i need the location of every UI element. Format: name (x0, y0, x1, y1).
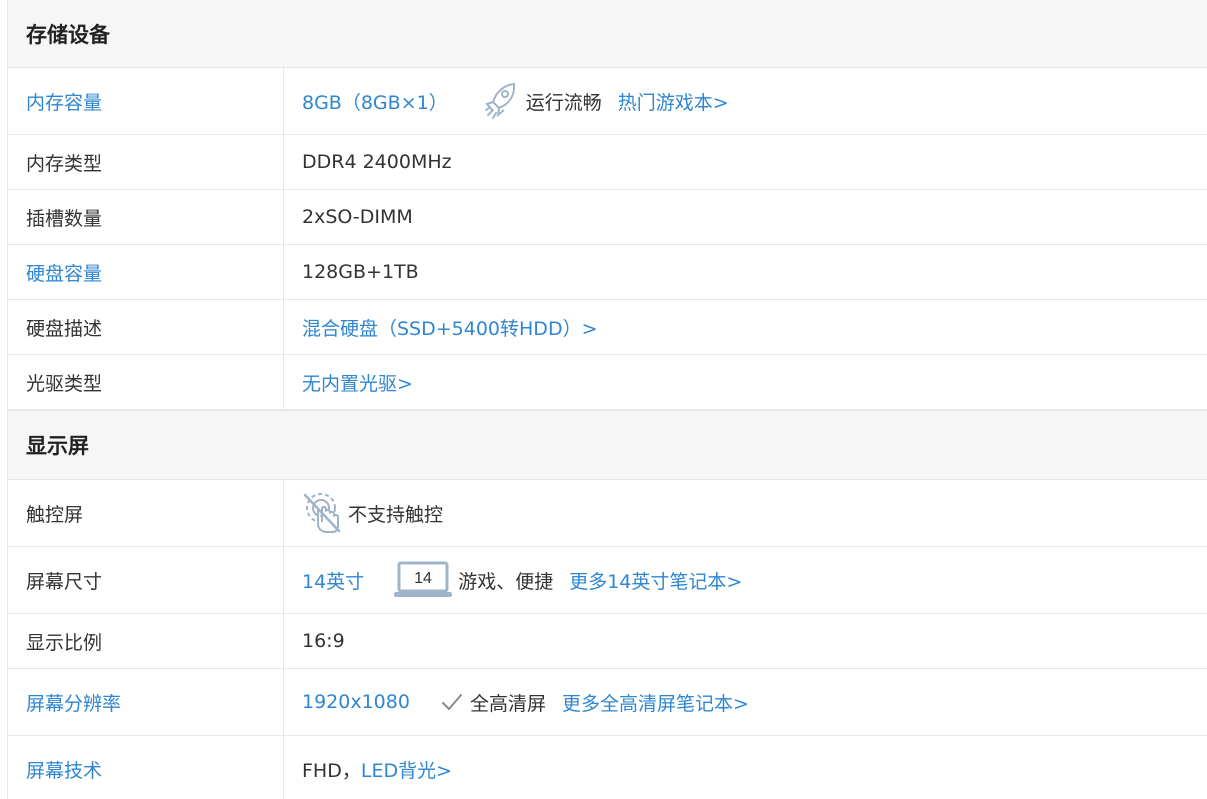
slots-value: 2xSO-DIMM (302, 206, 413, 228)
spec-row-memory-capacity: 内存容量 8GB（8GB×1） 运行流畅 热门游戏本> (8, 68, 1207, 135)
hot-gaming-laptops-link[interactable]: 热门游戏本> (618, 88, 729, 115)
touch-value-cell: 不支持触控 (284, 480, 1207, 546)
memory-capacity-feature: 运行流畅 (525, 91, 602, 114)
optical-label: 光驱类型 (8, 355, 284, 409)
section-title-display: 显示屏 (26, 434, 89, 458)
touch-disabled-icon (302, 492, 342, 534)
touch-value: 不支持触控 (348, 503, 444, 526)
resolution-value-link[interactable]: 1920x1080 (302, 691, 410, 713)
screen-tech-value-cell: FHD， LED背光> (284, 736, 1207, 799)
disk-desc-label: 硬盘描述 (8, 300, 284, 354)
spec-row-aspect-ratio: 显示比例 16:9 (8, 614, 1207, 669)
touch-label: 触控屏 (8, 480, 284, 546)
aspect-ratio-label: 显示比例 (8, 614, 284, 668)
laptop-size-badge: 14 (414, 570, 432, 587)
section-header-storage: 存储设备 (8, 0, 1207, 68)
spec-row-touch: 触控屏 不支持触控 (8, 480, 1207, 547)
disk-desc-value-cell: 混合硬盘（SSD+5400转HDD）> (284, 300, 1207, 354)
screen-size-value-link[interactable]: 14英寸 (302, 567, 364, 594)
spec-row-memory-type: 内存类型 DDR4 2400MHz (8, 135, 1207, 190)
slots-label: 插槽数量 (8, 190, 284, 244)
aspect-ratio-value: 16:9 (302, 630, 345, 652)
rocket-icon (484, 82, 518, 120)
spec-row-screen-size: 屏幕尺寸 14英寸 14 游戏、便捷 更多14英寸笔记本> (8, 547, 1207, 614)
section-title-storage: 存储设备 (26, 22, 110, 47)
resolution-value-cell: 1920x1080 全高清屏 更多全高清屏笔记本> (284, 669, 1207, 735)
memory-type-label: 内存类型 (8, 135, 284, 189)
screen-tech-prefix: FHD， (302, 759, 361, 782)
optical-value-cell: 无内置光驱> (284, 355, 1207, 409)
spec-row-slots: 插槽数量 2xSO-DIMM (8, 190, 1207, 245)
screen-size-value-cell: 14英寸 14 游戏、便捷 更多14英寸笔记本> (284, 547, 1207, 613)
spec-table: 存储设备 内存容量 8GB（8GB×1） 运行流畅 热门游戏本> 内存类型 DD… (7, 0, 1207, 799)
led-backlight-link[interactable]: LED背光> (361, 756, 452, 783)
disk-capacity-label[interactable]: 硬盘容量 (8, 245, 284, 299)
memory-type-value: DDR4 2400MHz (302, 151, 452, 173)
screen-tech-label[interactable]: 屏幕技术 (8, 736, 284, 799)
spec-row-disk-desc: 硬盘描述 混合硬盘（SSD+5400转HDD）> (8, 300, 1207, 355)
laptop-icon: 14 (394, 561, 453, 599)
optical-link[interactable]: 无内置光驱> (302, 369, 413, 396)
spec-row-disk-capacity: 硬盘容量 128GB+1TB (8, 245, 1207, 300)
section-header-display: 显示屏 (8, 410, 1207, 480)
resolution-feature: 全高清屏 (469, 692, 546, 715)
spec-row-resolution: 屏幕分辨率 1920x1080 全高清屏 更多全高清屏笔记本> (8, 669, 1207, 736)
disk-desc-link[interactable]: 混合硬盘（SSD+5400转HDD）> (302, 314, 598, 341)
memory-capacity-value-cell: 8GB（8GB×1） 运行流畅 热门游戏本> (284, 68, 1207, 134)
disk-capacity-value: 128GB+1TB (302, 261, 419, 283)
more-14-inch-laptops-link[interactable]: 更多14英寸笔记本> (569, 567, 742, 594)
check-icon (440, 692, 464, 712)
memory-capacity-value-link[interactable]: 8GB（8GB×1） (302, 88, 448, 115)
screen-size-label: 屏幕尺寸 (8, 547, 284, 613)
spec-row-optical: 光驱类型 无内置光驱> (8, 355, 1207, 410)
spec-row-screen-tech: 屏幕技术 FHD， LED背光> (8, 736, 1207, 799)
memory-capacity-label[interactable]: 内存容量 (8, 68, 284, 134)
screen-size-feature: 游戏、便捷 (458, 570, 554, 593)
more-fhd-laptops-link[interactable]: 更多全高清屏笔记本> (562, 689, 749, 716)
resolution-label[interactable]: 屏幕分辨率 (8, 669, 284, 735)
